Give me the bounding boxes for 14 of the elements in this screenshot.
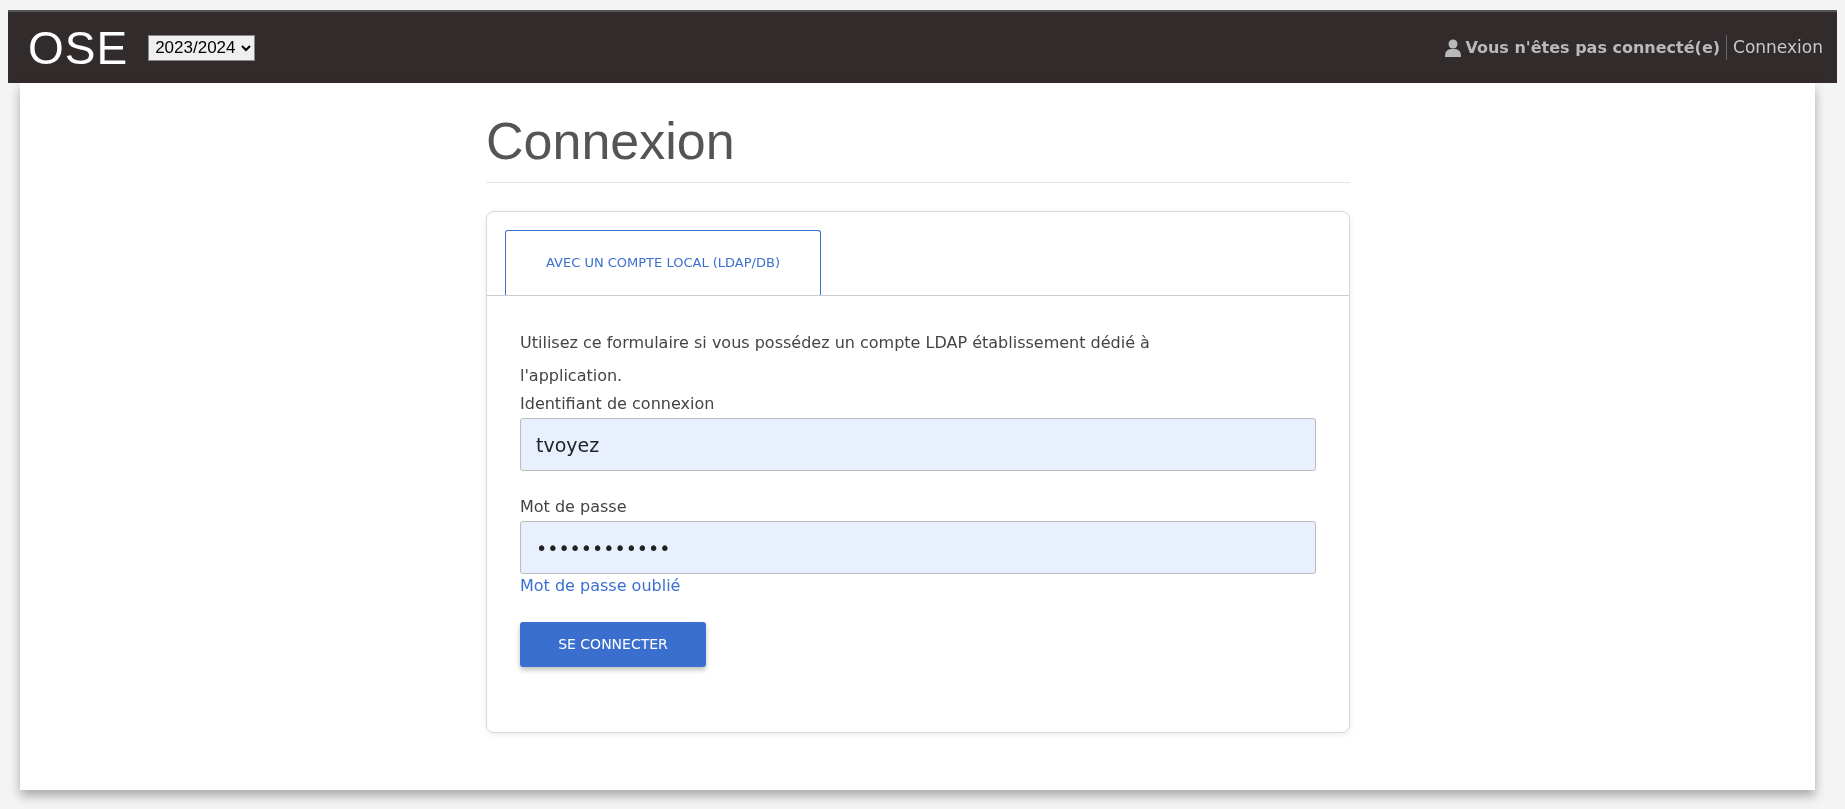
year-select[interactable]: 2023/2024 xyxy=(148,34,256,61)
login-link[interactable]: Connexion xyxy=(1726,34,1823,61)
forgot-password-link[interactable]: Mot de passe oublié xyxy=(520,576,681,596)
field-label: Mot de passe xyxy=(520,496,628,519)
login-button[interactable]: SE CONNECTER xyxy=(520,622,706,668)
page-title: Connexion xyxy=(486,113,736,171)
login-tab[interactable]: AVEC UN COMPTE LOCAL (LDAP/DB) xyxy=(505,230,821,296)
field-label: Identifiant de connexion xyxy=(520,393,716,416)
input-field[interactable]: tvoyez xyxy=(520,418,1316,472)
input-field[interactable]: •••••••••••• xyxy=(520,521,1316,575)
app-logo: OSE xyxy=(28,24,129,71)
login-status: Vous n'êtes pas connecté(e) xyxy=(1465,36,1721,59)
intro-text: Utilisez ce formulaire si vous possédez un compte LDAP établissement dédié à l'application. xyxy=(520,332,1151,388)
user-icon xyxy=(1445,38,1462,57)
